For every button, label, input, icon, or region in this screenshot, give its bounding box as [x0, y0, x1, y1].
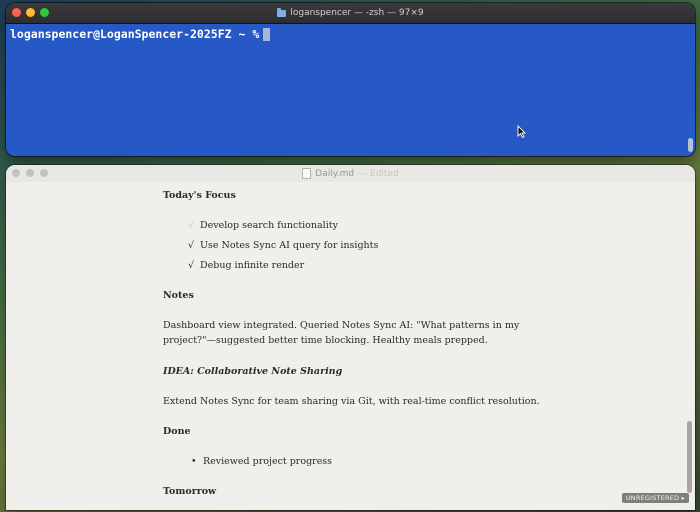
folder-icon: [277, 7, 287, 17]
list-item[interactable]: • Reviewed project progress: [191, 456, 332, 467]
checkmark-icon: √: [188, 240, 195, 251]
mouse-pointer-icon: [517, 125, 526, 138]
editor-scroll-thumb[interactable]: [687, 421, 692, 493]
terminal-titlebar[interactable]: loganspencer — -zsh — 97×9: [6, 3, 695, 24]
heading-idea: IDEA: Collaborative Note Sharing: [163, 366, 343, 377]
document-icon: [302, 168, 312, 179]
heading-done: Done: [163, 426, 191, 437]
editor-window[interactable]: Daily.md — Edited Today's Focus √ Develop…: [6, 165, 695, 510]
zoom-icon[interactable]: [40, 169, 48, 177]
heading-tomorrow: Tomorrow: [163, 486, 217, 497]
editor-title: Daily.md — Edited: [302, 168, 399, 179]
close-icon[interactable]: [12, 169, 20, 177]
list-item-text: Reviewed project progress: [203, 456, 333, 467]
window-controls: [12, 169, 48, 177]
list-item[interactable]: √ Develop search functionality: [188, 220, 338, 231]
text-cursor: [263, 27, 271, 41]
bullet-icon: •: [191, 456, 197, 467]
list-item[interactable]: √ Debug infinite render: [188, 260, 304, 271]
notes-paragraph-line-2: project?"—suggested better time blocking…: [163, 335, 488, 346]
list-item-text: Use Notes Sync AI query for insights: [200, 240, 379, 251]
editor-file-name: Daily.md: [315, 168, 355, 179]
terminal-window[interactable]: loganspencer — -zsh — 97×9 loganspencer@…: [6, 3, 695, 156]
checkmark-icon: √: [188, 260, 195, 271]
editor-titlebar[interactable]: Daily.md — Edited: [6, 165, 695, 182]
list-item[interactable]: √ Use Notes Sync AI query for insights: [188, 240, 378, 251]
terminal-body[interactable]: loganspencer@LoganSpencer-2025FZ ~ %: [6, 24, 695, 156]
terminal-title: loganspencer — -zsh — 97×9: [277, 7, 424, 18]
minimize-icon[interactable]: [26, 8, 35, 17]
window-controls: [12, 8, 49, 17]
edited-status: — Edited: [358, 168, 399, 179]
idea-paragraph: Extend Notes Sync for team sharing via G…: [163, 396, 540, 407]
heading-notes: Notes: [163, 290, 194, 301]
shell-prompt: loganspencer@LoganSpencer-2025FZ ~ %: [10, 27, 260, 41]
zoom-icon[interactable]: [40, 8, 49, 17]
notes-paragraph-line-1: Dashboard view integrated. Queried Notes…: [163, 320, 520, 331]
minimize-icon[interactable]: [26, 169, 34, 177]
heading-todays-focus: Today's Focus: [163, 190, 236, 201]
terminal-scrollbar[interactable]: [688, 30, 693, 154]
list-item-text: Develop search functionality: [200, 220, 338, 231]
terminal-title-text: loganspencer — -zsh — 97×9: [290, 8, 424, 18]
list-item-text: Debug infinite render: [200, 260, 305, 271]
terminal-prompt-line[interactable]: loganspencer@LoganSpencer-2025FZ ~ %: [10, 27, 271, 41]
unregistered-badge[interactable]: UNREGISTERED ▸: [621, 493, 689, 503]
close-icon[interactable]: [12, 8, 21, 17]
checkmark-icon: √: [188, 220, 195, 231]
terminal-scroll-thumb[interactable]: [688, 138, 693, 152]
